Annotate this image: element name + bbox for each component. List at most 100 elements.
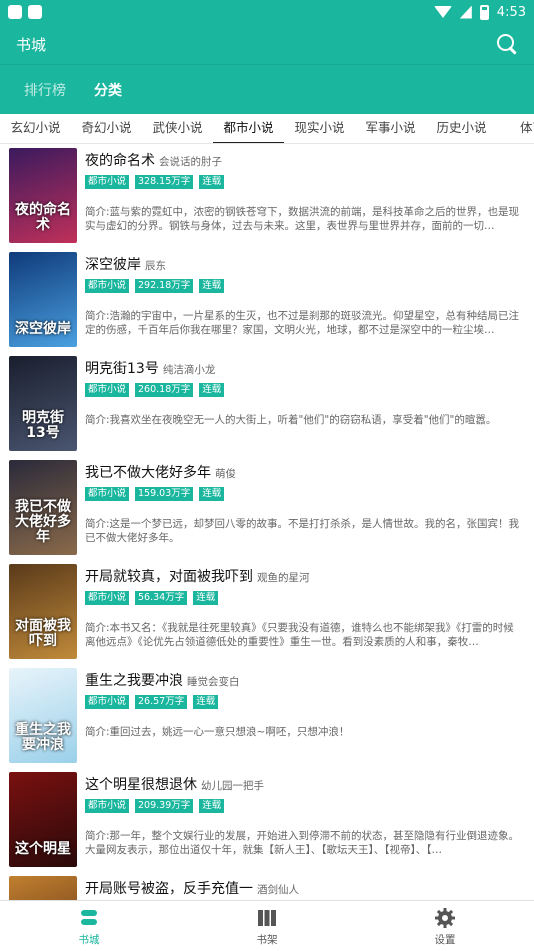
cover-title: 这个明星 <box>15 841 71 857</box>
book-title[interactable]: 重生之我要冲浪 <box>85 670 183 690</box>
book-author: 酒剑仙人 <box>257 884 299 896</box>
category-badge: 都市小说 <box>85 591 130 605</box>
nav-label: 书架 <box>256 934 278 946</box>
word-count-badge: 292.18万字 <box>135 279 194 293</box>
word-count-badge: 209.39万字 <box>135 799 194 813</box>
book-cover[interactable]: 这个明星 <box>9 772 77 867</box>
book-author: 幼儿园一把手 <box>201 780 264 792</box>
category-tab[interactable]: 军事小说 <box>355 114 426 143</box>
book-author: 会说话的肘子 <box>159 156 222 168</box>
book-title[interactable]: 开局就较真，对面被我吓到 <box>85 566 253 586</box>
book-title[interactable]: 开局账号被盗，反手充值一 <box>85 878 253 898</box>
book-cover[interactable]: 重生之我要冲浪 <box>9 668 77 763</box>
book-tags: 都市小说 328.15万字 连载 <box>85 175 520 189</box>
book-item[interactable]: 夜的命名术 夜的命名术 会说话的肘子 都市小说 328.15万字 连载 简介:蓝… <box>0 146 534 250</box>
category-badge: 都市小说 <box>85 695 130 709</box>
book-cover[interactable]: 深空彼岸 <box>9 252 77 347</box>
nav-label: 书城 <box>78 934 100 946</box>
book-item[interactable]: 明克街13号 明克街13号 纯洁滴小龙 都市小说 260.18万字 连载 简介:… <box>0 354 534 458</box>
word-count-badge: 26.57万字 <box>135 695 188 709</box>
book-title[interactable]: 明克街13号 <box>85 358 159 378</box>
book-description: 简介:蓝与紫的霓虹中，浓密的钢铁苍穹下，数据洪流的前端，是科技革命之后的世界，也… <box>85 206 520 232</box>
book-tags: 都市小说 260.18万字 连载 <box>85 383 520 397</box>
cover-title: 深空彼岸 <box>15 321 71 337</box>
book-title[interactable]: 我已不做大佬好多年 <box>85 462 211 482</box>
status-badge: 连载 <box>199 175 225 189</box>
book-info: 明克街13号 纯洁滴小龙 都市小说 260.18万字 连载 简介:我喜欢坐在夜晚… <box>85 358 520 441</box>
nav-bookstore[interactable]: 书城 <box>0 901 178 951</box>
book-cover[interactable]: 明克街13号 <box>9 356 77 451</box>
app-bar: 书城 <box>0 24 534 64</box>
book-info: 我已不做大佬好多年 萌俊 都市小说 159.03万字 连载 简介:这是一个梦已远… <box>85 462 520 545</box>
status-badge: 连载 <box>193 695 219 709</box>
tab-ranking[interactable]: 排行榜 <box>24 80 66 100</box>
book-info: 夜的命名术 会说话的肘子 都市小说 328.15万字 连载 简介:蓝与紫的霓虹中… <box>85 150 520 233</box>
status-badge: 连载 <box>193 591 219 605</box>
category-tabs[interactable]: 玄幻小说 奇幻小说 武侠小说 都市小说 现实小说 军事小说 历史小说 体育 <box>0 114 534 144</box>
status-badge: 连载 <box>199 383 225 397</box>
book-info: 深空彼岸 辰东 都市小说 292.18万字 连载 简介:浩瀚的宇宙中，一片星系的… <box>85 254 520 337</box>
tab-category[interactable]: 分类 <box>94 80 122 100</box>
category-tab[interactable]: 奇幻小说 <box>71 114 142 143</box>
book-cover[interactable]: 夜的命名术 <box>9 148 77 243</box>
category-badge: 都市小说 <box>85 799 130 813</box>
book-author: 辰东 <box>145 260 166 272</box>
book-item[interactable]: 对面被我吓到 开局就较真，对面被我吓到 观鱼的星河 都市小说 56.34万字 连… <box>0 562 534 666</box>
category-tab[interactable]: 体育 <box>497 114 534 143</box>
word-count-badge: 56.34万字 <box>135 591 188 605</box>
book-tags: 都市小说 26.57万字 连载 <box>85 695 520 709</box>
category-tab[interactable]: 武侠小说 <box>142 114 213 143</box>
notification-icon <box>28 5 42 19</box>
book-title[interactable]: 夜的命名术 <box>85 150 155 170</box>
status-bar: 4:53 <box>0 0 534 24</box>
clock: 4:53 <box>496 4 526 20</box>
book-cover[interactable]: 对面被我吓到 <box>9 564 77 659</box>
book-title[interactable]: 这个明星很想退休 <box>85 774 197 794</box>
book-item[interactable]: 开局账号被盗，反手充值一 酒剑仙人 都市小说 <box>0 874 534 900</box>
book-item[interactable]: 深空彼岸 深空彼岸 辰东 都市小说 292.18万字 连载 简介:浩瀚的宇宙中，… <box>0 250 534 354</box>
book-author: 睡觉会变白 <box>187 676 240 688</box>
book-item[interactable]: 我已不做大佬好多年 我已不做大佬好多年 萌俊 都市小说 159.03万字 连载 … <box>0 458 534 562</box>
book-item[interactable]: 重生之我要冲浪 重生之我要冲浪 睡觉会变白 都市小说 26.57万字 连载 简介… <box>0 666 534 770</box>
book-info: 重生之我要冲浪 睡觉会变白 都市小说 26.57万字 连载 简介:重回过去，姚远… <box>85 670 520 753</box>
battery-icon <box>479 4 489 20</box>
status-badge: 连载 <box>199 279 225 293</box>
book-info: 这个明星很想退休 幼儿园一把手 都市小说 209.39万字 连载 简介:那一年，… <box>85 774 520 857</box>
book-tags: 都市小说 209.39万字 连载 <box>85 799 520 813</box>
nav-settings[interactable]: 设置 <box>356 901 534 951</box>
book-description: 简介:这是一个梦已远，却梦回八零的故事。不是打打杀杀，是人情世故。我的名，张国宾… <box>85 518 520 544</box>
book-cover[interactable] <box>9 876 77 900</box>
word-count-badge: 159.03万字 <box>135 487 194 501</box>
book-info: 开局账号被盗，反手充值一 酒剑仙人 都市小说 <box>85 878 520 900</box>
status-badge: 连载 <box>199 799 225 813</box>
category-tab[interactable]: 现实小说 <box>284 114 355 143</box>
book-list[interactable]: 夜的命名术 夜的命名术 会说话的肘子 都市小说 328.15万字 连载 简介:蓝… <box>0 146 534 900</box>
book-title[interactable]: 深空彼岸 <box>85 254 141 274</box>
search-icon[interactable] <box>496 33 518 55</box>
system-icons: 4:53 <box>433 4 526 20</box>
cover-title: 明克街13号 <box>22 410 64 441</box>
settings-icon <box>435 908 455 928</box>
category-badge: 都市小说 <box>85 279 130 293</box>
category-badge: 都市小说 <box>85 383 130 397</box>
book-author: 萌俊 <box>215 468 236 480</box>
category-tab[interactable]: 玄幻小说 <box>0 114 71 143</box>
category-tab-active[interactable]: 都市小说 <box>213 114 284 143</box>
book-tags: 都市小说 56.34万字 连载 <box>85 591 520 605</box>
notification-icons <box>8 5 42 19</box>
notification-icon <box>8 5 22 19</box>
book-tags: 都市小说 292.18万字 连载 <box>85 279 520 293</box>
book-item[interactable]: 这个明星 这个明星很想退休 幼儿园一把手 都市小说 209.39万字 连载 简介… <box>0 770 534 874</box>
category-badge: 都市小说 <box>85 175 130 189</box>
category-tab[interactable]: 历史小说 <box>426 114 497 143</box>
book-cover[interactable]: 我已不做大佬好多年 <box>9 460 77 555</box>
book-description: 简介:我喜欢坐在夜晚空无一人的大街上，听着"他们"的窃窃私语，享受着"他们"的暄… <box>85 414 497 426</box>
word-count-badge: 260.18万字 <box>135 383 194 397</box>
status-badge: 连载 <box>199 487 225 501</box>
book-author: 纯洁滴小龙 <box>162 364 216 376</box>
book-info: 开局就较真，对面被我吓到 观鱼的星河 都市小说 56.34万字 连载 简介:本书… <box>85 566 520 649</box>
book-description: 简介:重回过去，姚远一心一意只想浪~啊呸，只想冲浪！ <box>85 726 350 738</box>
bottom-nav: 书城 书架 设置 <box>0 900 534 951</box>
cover-title: 我已不做大佬好多年 <box>15 499 71 545</box>
nav-bookshelf[interactable]: 书架 <box>178 901 356 951</box>
